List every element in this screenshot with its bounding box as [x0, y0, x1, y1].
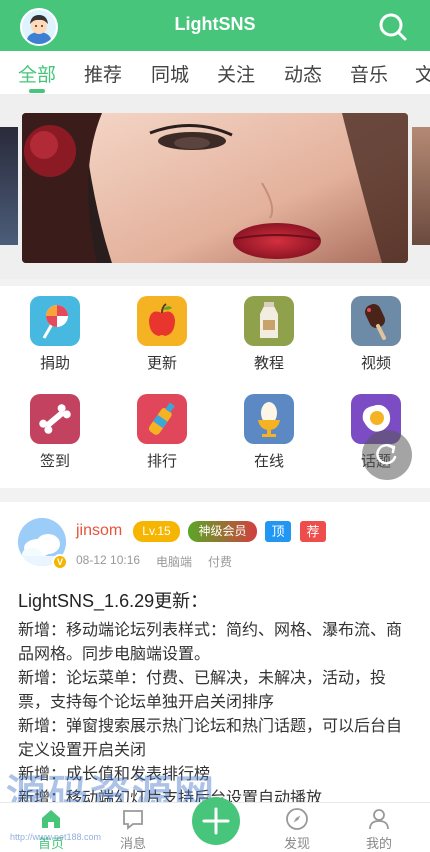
bottle-icon [137, 394, 187, 444]
add-post-button[interactable] [192, 797, 240, 845]
grid-item-tutorial[interactable]: 教程 [224, 296, 314, 373]
tab-article[interactable]: 文 [415, 60, 430, 87]
bone-icon [30, 394, 80, 444]
message-icon [121, 807, 145, 831]
author-name[interactable]: jinsom [76, 522, 122, 540]
nav-discover[interactable]: 发现 [254, 803, 340, 852]
post-line: 新增：论坛菜单：付费、已解决，未解决，活动，投票，支持每个论坛单独开启关闭排序 [18, 670, 387, 711]
tab-music[interactable]: 音乐 [350, 60, 388, 87]
pinned-badge: 顶 [265, 521, 291, 542]
grid-item-ranking[interactable]: 排行 [117, 394, 207, 471]
milk-carton-icon [244, 296, 294, 346]
post-title[interactable]: LightSNS_1.6.29更新： [18, 587, 208, 613]
vip-badge: 神级会员 [188, 521, 257, 542]
top-bar: LightSNS [0, 0, 430, 51]
banner-image[interactable] [22, 113, 408, 263]
grid-label: 更新 [146, 355, 177, 372]
egg-cup-icon [244, 394, 294, 444]
tab-all[interactable]: 全部 [18, 60, 56, 87]
grid-label: 教程 [253, 355, 284, 372]
post-line: 新增：移动端论坛列表样式：简约、网格、瀑布流、商品网格。同步电脑端设置。 [18, 622, 403, 663]
add-icon [202, 807, 230, 835]
user-icon [367, 807, 391, 831]
next-slide-peek[interactable] [412, 127, 430, 245]
verified-badge: V [52, 554, 68, 570]
nav-label: 我的 [365, 836, 392, 851]
search-icon[interactable] [378, 12, 408, 42]
active-tab-indicator [29, 89, 45, 93]
grid-item-donate[interactable]: 捐助 [10, 296, 100, 373]
post-date: 08-12 10:16 [76, 553, 141, 567]
nav-label: 发现 [283, 836, 310, 851]
app-title: LightSNS [174, 14, 256, 34]
apple-icon [137, 296, 187, 346]
grid-label: 视频 [360, 355, 391, 372]
nav-profile[interactable]: 我的 [336, 803, 422, 852]
grid-label: 在线 [253, 453, 284, 470]
nav-home[interactable]: 首页 [8, 803, 94, 852]
bottom-nav: 首页 消息 发现 我的 [0, 797, 430, 852]
watermark-url: http://www.net188.com [10, 832, 102, 842]
grid-item-online[interactable]: 在线 [224, 394, 314, 471]
grid-item-checkin[interactable]: 签到 [10, 394, 100, 471]
grid-item-update[interactable]: 更新 [117, 296, 207, 373]
tab-local[interactable]: 同城 [151, 60, 189, 87]
compass-icon [285, 807, 309, 831]
level-badge: Lv.15 [133, 521, 180, 542]
grid-label: 排行 [146, 453, 177, 470]
post-source: 电脑端 [156, 555, 193, 569]
recommended-badge: 荐 [300, 521, 326, 542]
grid-label: 签到 [39, 453, 70, 470]
prev-slide-peek[interactable] [0, 127, 18, 245]
grid-label: 捐助 [39, 355, 70, 372]
refresh-icon [376, 443, 397, 465]
grid-item-video[interactable]: 视频 [331, 296, 421, 373]
lollipop-icon [30, 296, 80, 346]
post-type: 付费 [208, 555, 233, 569]
nav-label: 消息 [119, 836, 146, 851]
home-icon [39, 807, 63, 831]
category-tabs: 全部 推荐 同城 关注 动态 音乐 文 [0, 51, 430, 95]
tab-recommend[interactable]: 推荐 [84, 60, 122, 87]
post-line: 新增：弹窗搜索展示热门论坛和热门话题，可以后台自定义设置开启关闭 [18, 718, 403, 759]
banner-carousel[interactable] [0, 95, 430, 279]
tab-follow[interactable]: 关注 [217, 60, 255, 87]
refresh-float-button[interactable] [362, 430, 412, 480]
popsicle-icon [351, 296, 401, 346]
nav-messages[interactable]: 消息 [90, 803, 176, 852]
tab-activity[interactable]: 动态 [284, 60, 322, 87]
